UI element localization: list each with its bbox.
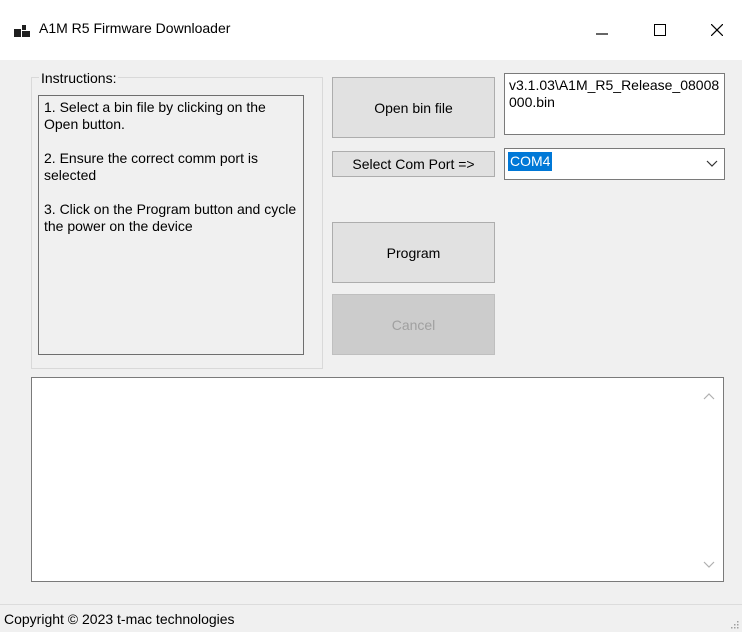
chevron-down-icon[interactable] <box>706 158 718 170</box>
com-port-dropdown[interactable]: COM4 <box>504 148 725 180</box>
output-log-textarea[interactable] <box>31 377 724 582</box>
instructions-text-box: 1. Select a bin file by clicking on the … <box>38 95 304 355</box>
instructions-label: Instructions: <box>39 70 119 86</box>
open-bin-file-button[interactable]: Open bin file <box>332 77 495 138</box>
program-button[interactable]: Program <box>332 222 495 283</box>
minimize-button[interactable] <box>579 13 625 47</box>
close-icon <box>711 24 723 36</box>
instruction-step: 2. Ensure the correct comm port is selec… <box>44 150 258 183</box>
app-icon <box>14 23 30 37</box>
scroll-down-icon[interactable] <box>703 560 715 570</box>
instruction-step: 1. Select a bin file by clicking on the … <box>44 99 266 132</box>
title-bar[interactable]: A1M R5 Firmware Downloader <box>0 0 742 60</box>
minimize-icon <box>596 33 608 35</box>
instructions-group: Instructions: 1. Select a bin file by cl… <box>31 70 323 369</box>
maximize-button[interactable] <box>637 13 683 47</box>
select-com-port-button[interactable]: Select Com Port => <box>332 151 495 177</box>
cancel-button: Cancel <box>332 294 495 355</box>
window-title: A1M R5 Firmware Downloader <box>39 20 231 36</box>
bin-file-path-field[interactable]: v3.1.03\A1M_R5_Release_08008000.bin <box>504 73 725 135</box>
maximize-icon <box>654 24 666 36</box>
copyright-text: Copyright © 2023 t-mac technologies <box>4 611 235 627</box>
instruction-step: 3. Click on the Program button and cycle… <box>44 201 297 234</box>
resize-grip-icon[interactable] <box>731 621 739 629</box>
scroll-up-icon[interactable] <box>703 391 715 401</box>
com-port-selected-value: COM4 <box>508 152 553 171</box>
main-client-area: Instructions: 1. Select a bin file by cl… <box>0 60 742 632</box>
close-button[interactable] <box>694 13 740 47</box>
status-bar: Copyright © 2023 t-mac technologies <box>0 604 742 632</box>
